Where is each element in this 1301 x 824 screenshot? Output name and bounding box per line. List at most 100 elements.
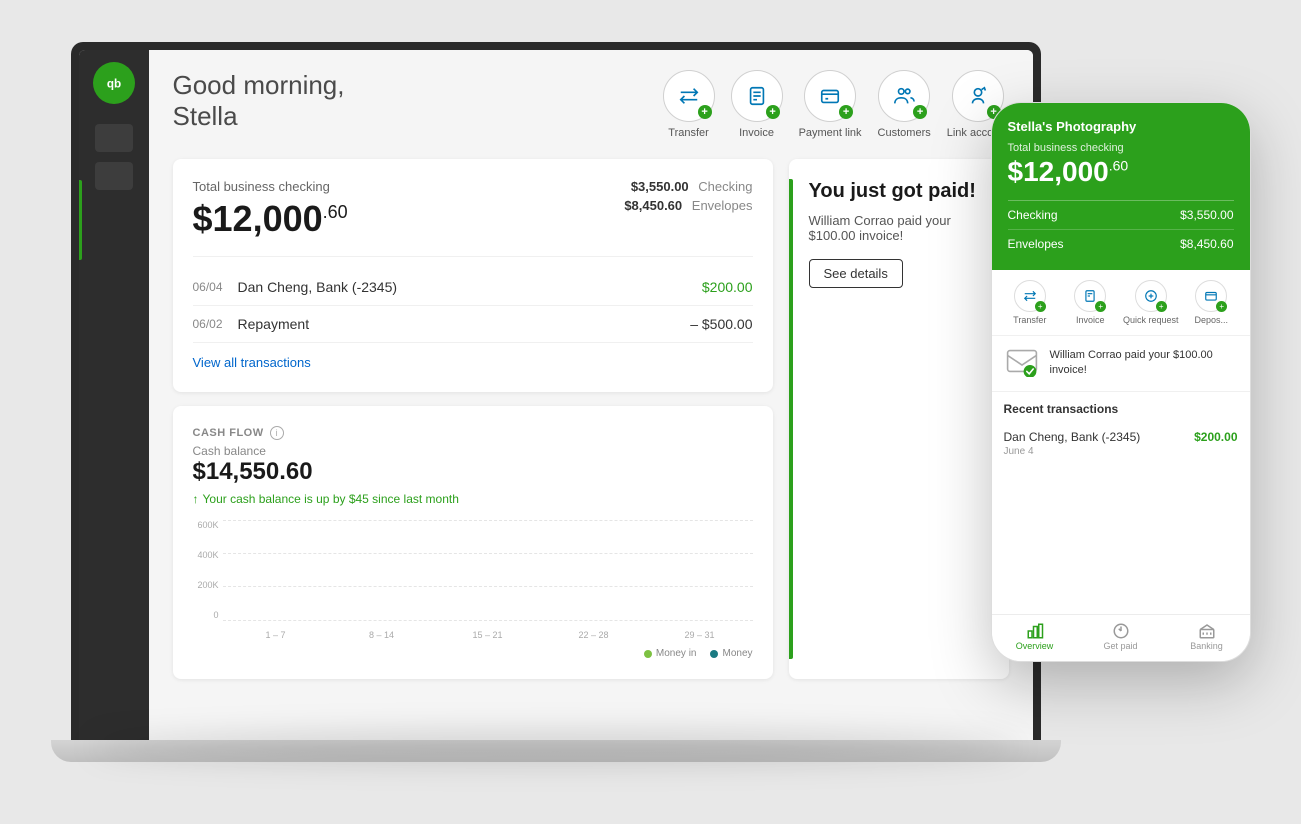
greeting-line1: Good morning, (173, 70, 345, 101)
get-paid-nav-label: Get paid (1103, 641, 1137, 651)
phone-action-transfer[interactable]: + Transfer (1000, 280, 1061, 325)
checking-amount: $3,550.00 (631, 179, 689, 194)
laptop-screen: qb Good morning, Stella (79, 50, 1033, 740)
notif-bar (789, 179, 793, 659)
balance-breakdown: $3,550.00 Checking $8,450.60 Envelopes (624, 179, 752, 213)
greeting-line2: Stella (173, 101, 345, 132)
quick-actions-bar: + Transfer (663, 70, 1009, 139)
phone-header: Stella's Photography Total business chec… (992, 103, 1250, 270)
phone-quick-request-icon: + (1135, 280, 1167, 312)
sidebar-active-bar (79, 180, 82, 260)
tx-date-1: 06/04 (193, 280, 238, 294)
quick-action-customers[interactable]: + Customers (878, 70, 931, 139)
invoice-label: Invoice (739, 127, 774, 139)
view-all-link[interactable]: View all transactions (193, 355, 311, 370)
quick-action-invoice[interactable]: + Invoice (731, 70, 783, 139)
phone-tx-date: June 4 (1004, 446, 1141, 457)
phone-recent-label: Recent transactions (992, 392, 1250, 422)
laptop-shadow (91, 732, 1021, 762)
balance-amount: $12,000.60 (193, 198, 348, 240)
cashflow-card: CASH FLOW i Cash balance $14,550.60 ↑ Yo… (173, 406, 773, 679)
phone-transfer-icon: + (1014, 280, 1046, 312)
phone-tx-amount: $200.00 (1194, 430, 1237, 444)
phone-action-deposit[interactable]: + Depos... (1181, 280, 1242, 325)
tx-amount-2: – $500.00 (690, 316, 752, 332)
banking-nav-label: Banking (1190, 641, 1223, 651)
payment-link-icon: + (804, 70, 856, 122)
notification-card: You just got paid! William Corrao paid y… (789, 159, 1009, 679)
banking-nav-icon (1197, 623, 1217, 639)
phone-invoice-label: Invoice (1076, 315, 1105, 325)
sidebar-nav-item-1[interactable] (95, 124, 133, 152)
main-content: Good morning, Stella + (149, 50, 1033, 740)
phone-action-invoice[interactable]: + Invoice (1060, 280, 1121, 325)
sidebar-nav-item-2[interactable] (95, 162, 133, 190)
balance-left: Total business checking $12,000.60 (193, 179, 348, 240)
envelopes-amount: $8,450.60 (624, 198, 682, 213)
transactions-list: 06/04 Dan Cheng, Bank (-2345) $200.00 06… (193, 256, 753, 343)
balance-cents: .60 (323, 202, 348, 222)
phone-invoice-icon: + (1074, 280, 1106, 312)
phone-tx-info: Dan Cheng, Bank (-2345) June 4 (1004, 430, 1141, 457)
cashflow-amount: $14,550.60 (193, 458, 753, 486)
table-row: 06/04 Dan Cheng, Bank (-2345) $200.00 (193, 269, 753, 306)
phone-balance-cents: .60 (1109, 158, 1128, 174)
legend-money-in: Money in (644, 648, 697, 659)
laptop-screen-outer: qb Good morning, Stella (71, 42, 1041, 740)
quick-action-payment-link[interactable]: + Payment link (799, 70, 862, 139)
cashflow-header: CASH FLOW i (193, 426, 753, 440)
greeting: Good morning, Stella (173, 70, 345, 132)
balance-card: Total business checking $12,000.60 $3,55… (173, 159, 773, 392)
tx-amount-1: $200.00 (702, 279, 753, 295)
get-paid-nav-icon (1111, 623, 1131, 639)
phone-nav-overview[interactable]: Overview (992, 623, 1078, 651)
phone-notif-icon (1004, 349, 1040, 377)
legend-money-out: Money (710, 648, 752, 659)
header: Good morning, Stella + (173, 70, 1009, 139)
phone-balance-main: $12,000 (1008, 156, 1109, 187)
phone-notification: William Corrao paid your $100.00 invoice… (992, 336, 1250, 392)
quickbooks-logo[interactable]: qb (93, 62, 135, 104)
phone-transaction-1: Dan Cheng, Bank (-2345) June 4 $200.00 (992, 422, 1250, 465)
left-panel: Total business checking $12,000.60 $3,55… (173, 159, 773, 679)
phone-actions: + Transfer + Invoice (992, 270, 1250, 336)
phone: Stella's Photography Total business chec… (991, 102, 1251, 662)
tx-desc-1: Dan Cheng, Bank (-2345) (238, 279, 702, 295)
envelopes-row: $8,450.60 Envelopes (624, 198, 752, 213)
sidebar: qb (79, 50, 149, 740)
phone-envelopes-label: Envelopes (1008, 237, 1064, 251)
chart-y-labels: 600K 400K 200K 0 (193, 520, 223, 620)
notif-text: William Corrao paid your $100.00 invoice… (809, 213, 989, 243)
overview-nav-icon (1025, 623, 1045, 639)
transfer-label: Transfer (668, 127, 709, 139)
phone-nav-banking[interactable]: Banking (1164, 623, 1250, 651)
cashflow-title: CASH FLOW (193, 427, 264, 439)
phone-envelopes-amount: $8,450.60 (1180, 237, 1233, 251)
balance-label: Total business checking (193, 179, 348, 194)
content-grid: Total business checking $12,000.60 $3,55… (173, 159, 1009, 679)
see-details-button[interactable]: See details (809, 259, 903, 288)
cashflow-trend: ↑ Your cash balance is up by $45 since l… (193, 492, 753, 506)
customers-label: Customers (878, 127, 931, 139)
scene: qb Good morning, Stella (51, 22, 1251, 802)
phone-balance: $12,000.60 (1008, 156, 1234, 188)
phone-tx-name: Dan Cheng, Bank (-2345) (1004, 430, 1141, 444)
phone-app-name: Stella's Photography (1008, 119, 1234, 134)
overview-nav-label: Overview (1016, 641, 1054, 651)
notif-title: You just got paid! (809, 179, 976, 203)
cash-flow-chart: 600K 400K 200K 0 (193, 520, 753, 640)
tx-date-2: 06/02 (193, 317, 238, 331)
balance-main: $12,000 (193, 198, 323, 239)
checking-row: $3,550.00 Checking (624, 179, 752, 194)
payment-link-label: Payment link (799, 127, 862, 139)
phone-nav-get-paid[interactable]: Get paid (1078, 623, 1164, 651)
phone-action-quick-request[interactable]: + Quick request (1121, 280, 1182, 325)
chart-bars (223, 520, 753, 620)
phone-screen: Stella's Photography Total business chec… (992, 103, 1250, 661)
quick-action-transfer[interactable]: + Transfer (663, 70, 715, 139)
phone-notif-text: William Corrao paid your $100.00 invoice… (1050, 348, 1238, 379)
info-icon[interactable]: i (270, 426, 284, 440)
balance-header: Total business checking $12,000.60 $3,55… (193, 179, 753, 240)
phone-deposit-label: Depos... (1194, 315, 1228, 325)
tx-desc-2: Repayment (238, 316, 691, 332)
